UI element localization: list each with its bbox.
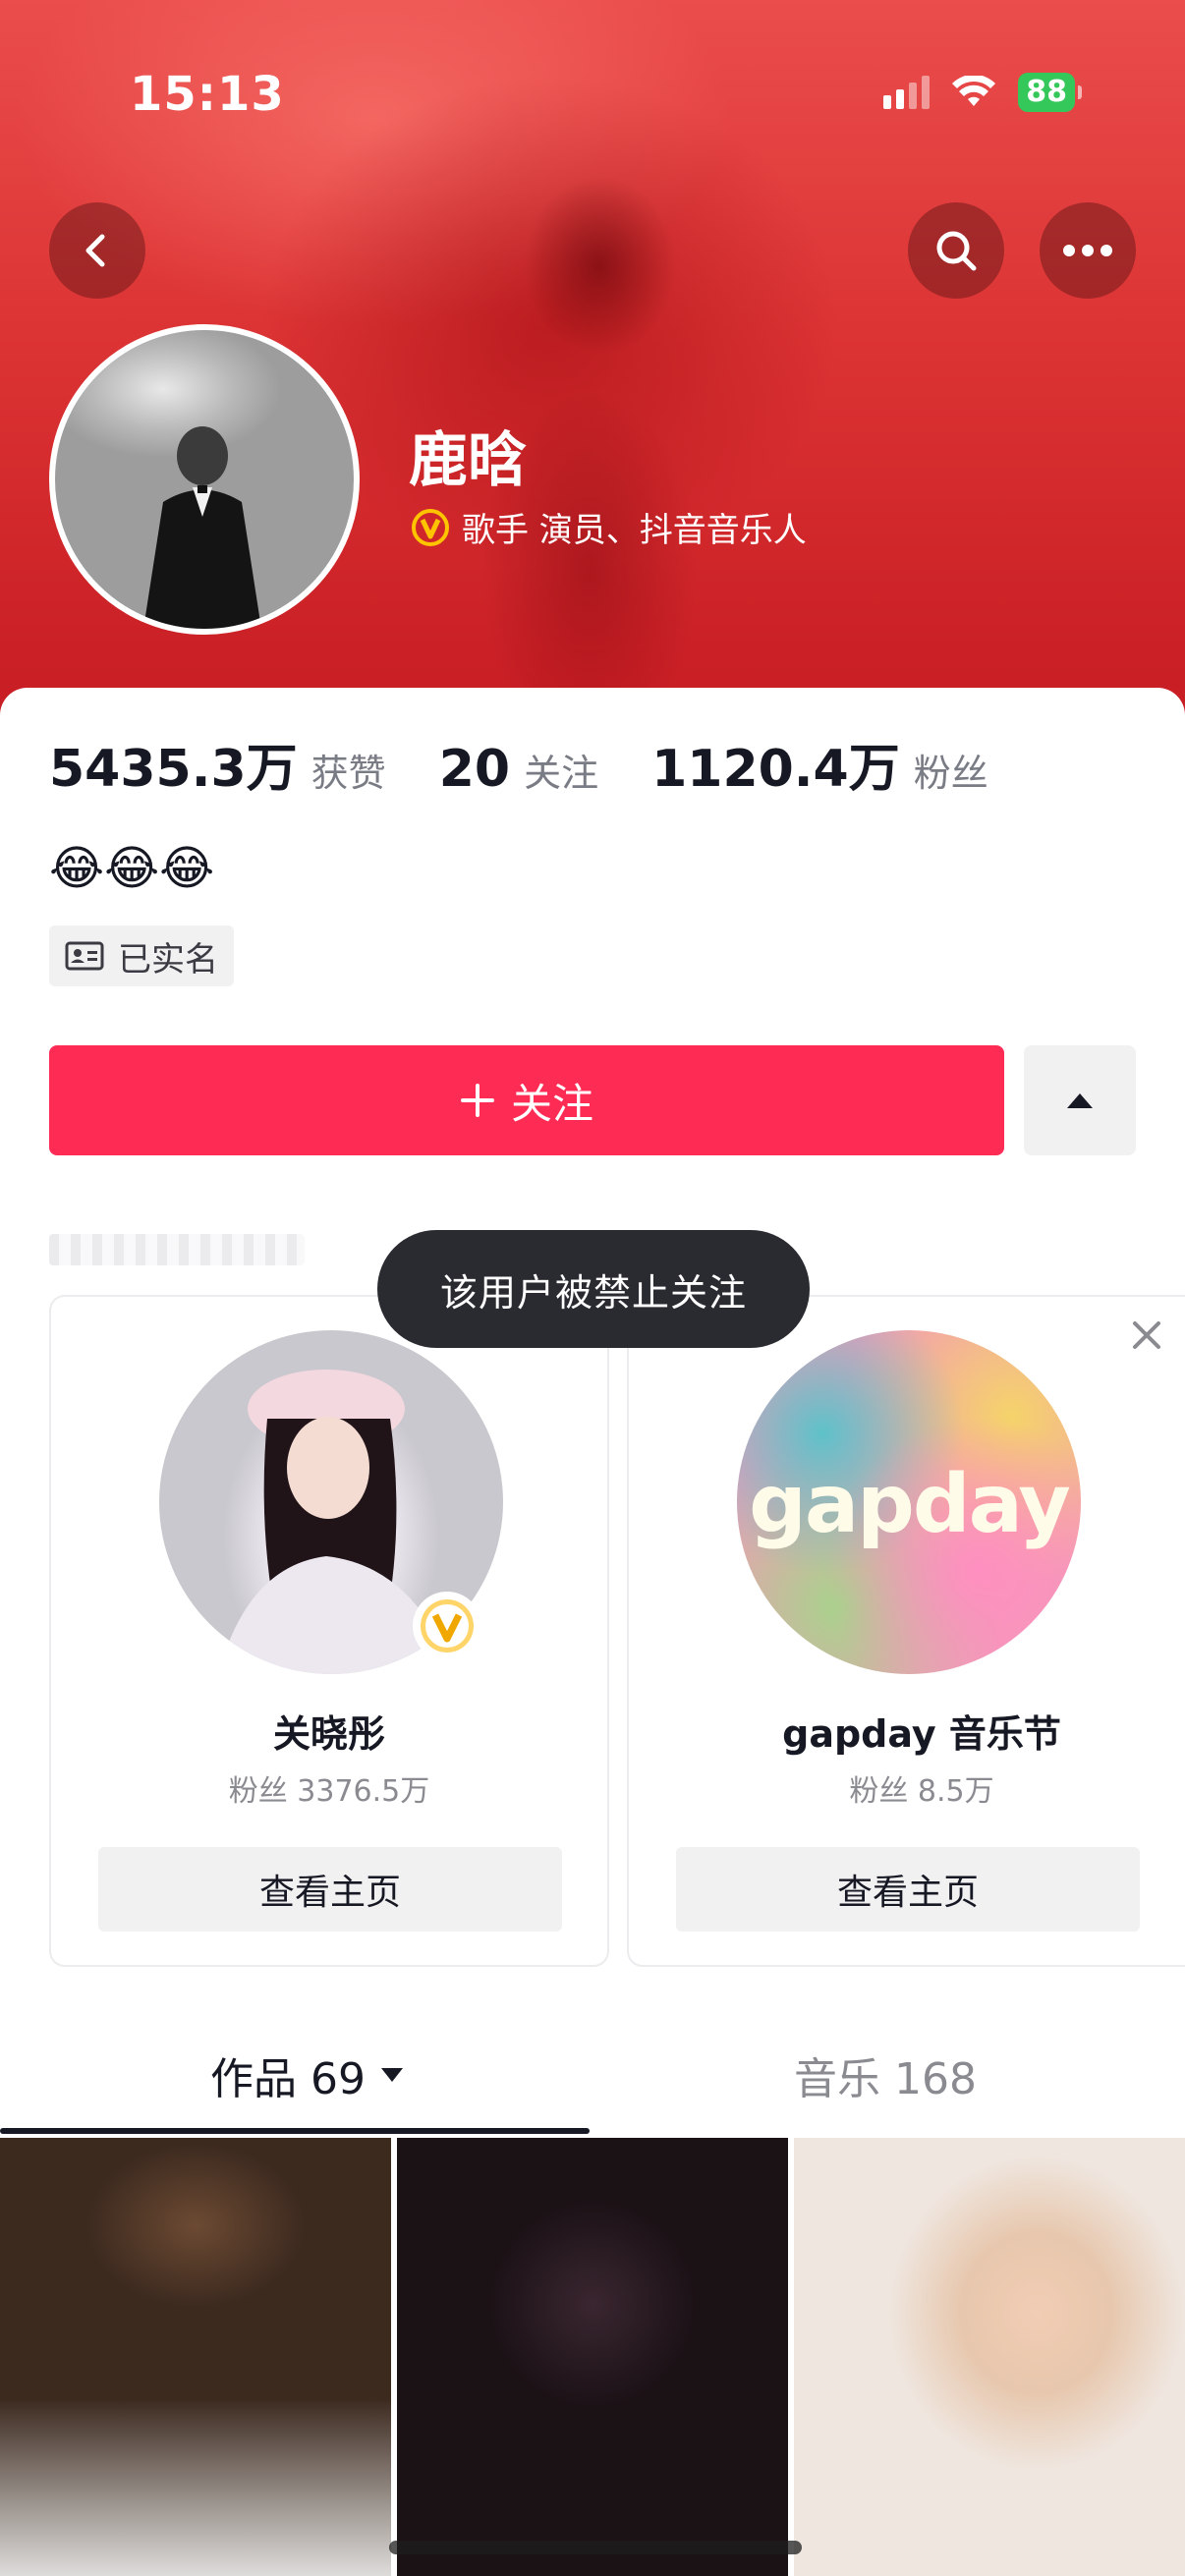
verification-line: 歌手 演员、抖音音乐人	[411, 503, 807, 551]
more-icon	[1063, 245, 1112, 256]
follow-button[interactable]: 关注	[49, 1045, 1004, 1155]
tab-works-label: 作品 69	[210, 2054, 366, 2104]
search-button[interactable]	[908, 202, 1004, 299]
works-grid	[0, 2138, 1185, 2576]
status-time: 15:13	[130, 67, 285, 122]
likes-label: 获赞	[310, 752, 386, 795]
video-thumbnail[interactable]	[0, 2138, 391, 2576]
status-icons: 88	[883, 73, 1082, 112]
thumbnail-shade	[0, 2399, 391, 2576]
likes-count: 5435.3万	[49, 740, 298, 799]
close-icon	[1133, 1321, 1160, 1349]
profile-header-background: 15:13 88 鹿晗 歌手 演员、抖音音乐人	[0, 0, 1185, 747]
plus-icon	[460, 1084, 494, 1117]
verified-v-icon	[412, 508, 449, 546]
verified-badge	[413, 1592, 481, 1660]
home-indicator[interactable]	[389, 2541, 802, 2554]
tab-music[interactable]: 音乐 168	[794, 2044, 977, 2106]
recommendation-fans: 粉丝 8.5万	[849, 1774, 994, 1809]
view-profile-button[interactable]: 查看主页	[98, 1847, 562, 1932]
wifi-icon	[952, 76, 996, 106]
close-recommendation-button[interactable]	[1126, 1315, 1167, 1356]
recommendation-fans: 粉丝 3376.5万	[228, 1774, 430, 1809]
avatar-figure	[143, 426, 261, 629]
caret-up-icon	[1067, 1093, 1093, 1108]
recommendation-card-gapday[interactable]: gapday gapday 音乐节 粉丝 8.5万 查看主页	[627, 1295, 1185, 1967]
active-tab-indicator	[0, 2128, 590, 2134]
realname-label: 已实名	[118, 939, 218, 980]
view-profile-button[interactable]: 查看主页	[676, 1847, 1140, 1932]
video-thumbnail[interactable]	[794, 2138, 1185, 2576]
followers-label[interactable]: 粉丝	[914, 743, 988, 797]
followers-count[interactable]: 1120.4万	[651, 727, 900, 801]
bio-emojis: 😂😂😂	[49, 841, 215, 896]
signal-icon	[883, 76, 931, 109]
verified-v-icon	[421, 1599, 474, 1652]
tab-music-label: 音乐 168	[794, 2054, 977, 2104]
id-card-icon	[65, 941, 104, 971]
following-count[interactable]: 20	[439, 740, 510, 799]
profile-name: 鹿晗	[409, 426, 527, 495]
caret-down-icon	[380, 2068, 403, 2082]
following-label[interactable]: 关注	[524, 743, 598, 797]
gapday-logo: gapday	[749, 1458, 1071, 1551]
recommendation-name: gapday 音乐节	[782, 1712, 1061, 1756]
search-icon	[936, 231, 977, 271]
recommendation-name: 关晓彤	[272, 1712, 385, 1756]
profile-avatar[interactable]	[49, 324, 360, 635]
battery-level: 88	[1026, 75, 1067, 109]
toast-message: 该用户被禁止关注	[377, 1230, 810, 1348]
blurred-recommendation-header	[49, 1234, 305, 1265]
more-options-button[interactable]	[1040, 202, 1136, 299]
expand-recommendations-button[interactable]	[1024, 1045, 1136, 1155]
tab-works[interactable]: 作品 69	[210, 2044, 405, 2106]
video-thumbnail[interactable]	[397, 2138, 788, 2576]
verification-text: 歌手 演员、抖音音乐人	[462, 511, 807, 550]
realname-tag: 已实名	[49, 925, 234, 986]
recommendation-avatar[interactable]: gapday	[737, 1330, 1081, 1674]
profile-stats: 5435.3万 获赞 20 关注 1120.4万 粉丝	[49, 727, 1042, 801]
battery-icon: 88	[1018, 73, 1082, 112]
recommendation-card-guanxiaotong[interactable]: 关晓彤 粉丝 3376.5万 查看主页	[49, 1295, 609, 1967]
back-icon	[85, 234, 105, 267]
back-button[interactable]	[49, 202, 145, 299]
follow-button-label: 关注	[510, 1079, 593, 1128]
